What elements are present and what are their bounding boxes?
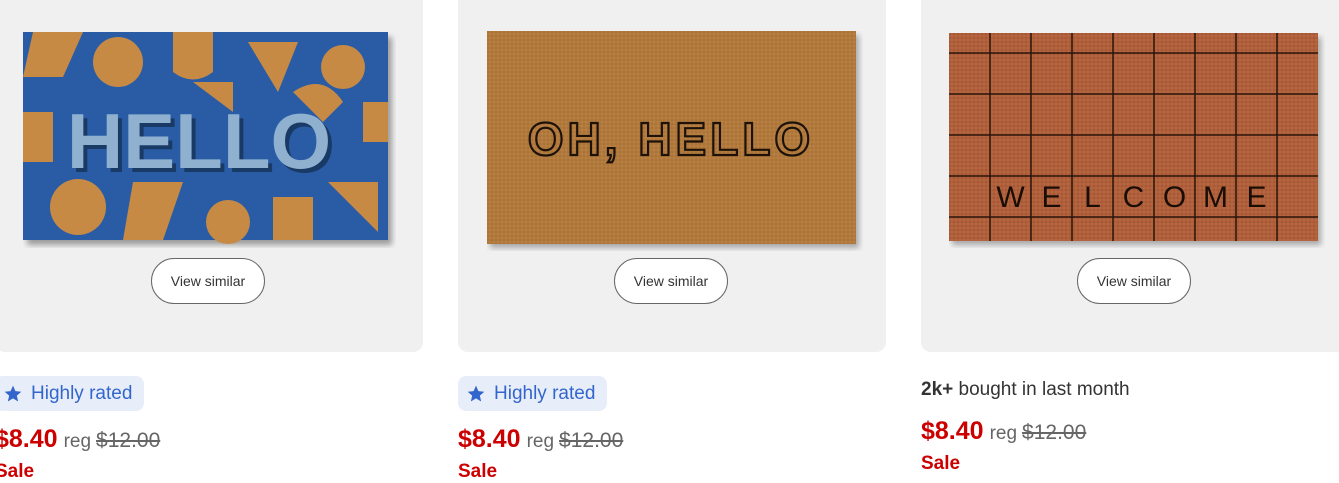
sale-label: Sale (458, 461, 498, 482)
product-card[interactable]: W E L C O M E View similar 2k+ bought in… (921, 0, 1339, 474)
bought-label: bought in last month (953, 379, 1130, 400)
reg-label: reg (989, 423, 1018, 444)
badge-label: Highly rated (31, 382, 133, 404)
highly-rated-badge: Highly rated (458, 376, 608, 411)
mat-text: OH, HELLO (528, 113, 814, 165)
view-similar-button[interactable]: View similar (614, 258, 728, 304)
sale-price: $8.40 (0, 425, 58, 453)
mat-letter: C (1123, 181, 1145, 214)
bought-count: 2k+ (921, 379, 954, 400)
mat-letter: L (1084, 181, 1101, 214)
sale-label: Sale (0, 461, 35, 482)
reg-label: reg (526, 431, 555, 452)
badge-label: Highly rated (494, 382, 596, 404)
mat-letter: M (1203, 181, 1228, 214)
sale-price: $8.40 (921, 417, 984, 445)
bought-count-text: 2k+ bought in last month (921, 379, 1130, 401)
mat-letter: E (1041, 181, 1061, 214)
product-card[interactable]: HELLO HELLO View similar Highly rated $8… (0, 0, 423, 482)
mat-letter: O (1163, 181, 1186, 214)
regular-price: $12.00 (1022, 421, 1087, 444)
sale-price: $8.40 (458, 425, 521, 453)
price-row: $8.40 reg $12.00 (0, 425, 160, 454)
mat-text: HELLO (67, 97, 331, 185)
sale-label: Sale (921, 453, 961, 474)
price-row: $8.40 reg $12.00 (921, 417, 1086, 446)
product-image[interactable]: HELLO HELLO View similar (0, 0, 423, 352)
view-similar-button[interactable]: View similar (1077, 258, 1191, 304)
mat-letter: E (1246, 181, 1266, 214)
product-image[interactable]: OH, HELLO View similar (458, 0, 886, 352)
star-icon (467, 385, 485, 401)
view-similar-button[interactable]: View similar (151, 258, 265, 304)
doormat-image: W E L C O M E (949, 33, 1318, 241)
product-image[interactable]: W E L C O M E View similar (921, 0, 1339, 352)
doormat-image: OH, HELLO (487, 31, 856, 244)
price-row: $8.40 reg $12.00 (458, 425, 623, 454)
doormat-image: HELLO HELLO (23, 32, 388, 244)
product-card[interactable]: OH, HELLO View similar Highly rated $8.4… (458, 0, 886, 482)
reg-label: reg (63, 431, 92, 452)
regular-price: $12.00 (96, 429, 161, 452)
regular-price: $12.00 (559, 429, 624, 452)
star-icon (4, 385, 22, 401)
mat-letter: W (996, 181, 1025, 214)
highly-rated-badge: Highly rated (0, 376, 145, 411)
